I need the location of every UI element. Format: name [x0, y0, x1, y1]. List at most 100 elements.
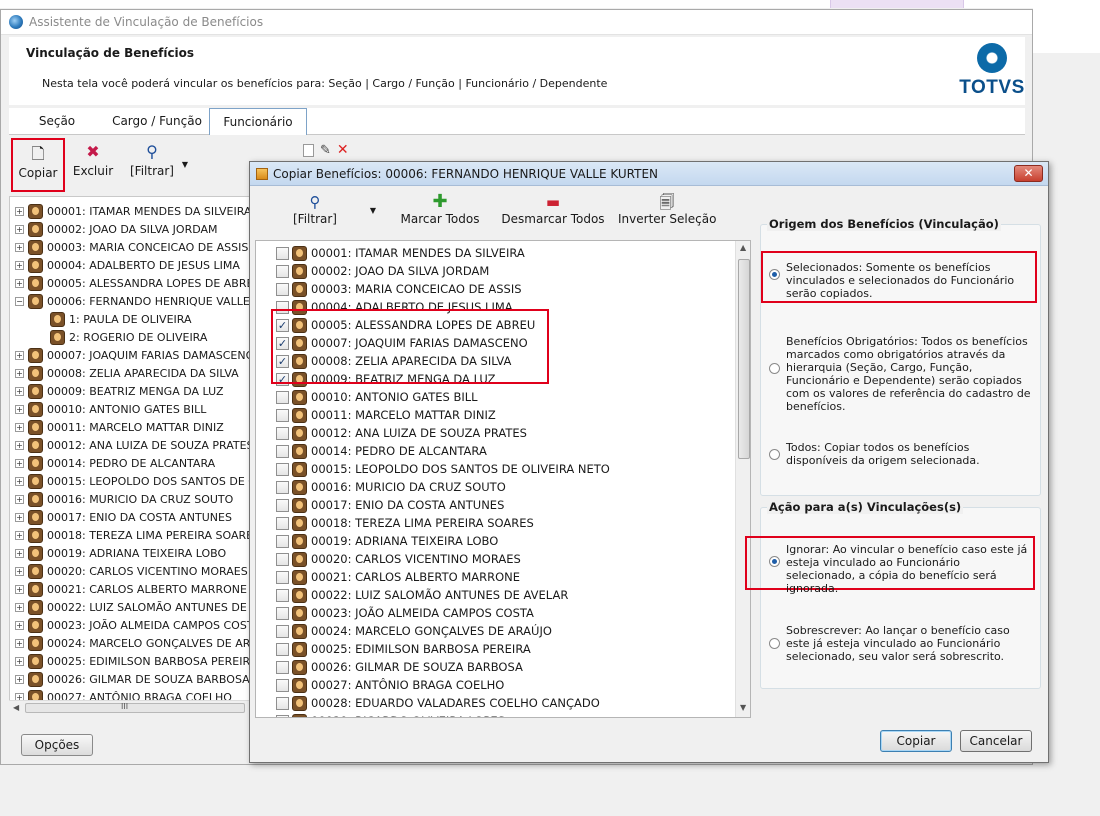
tree-employee-row[interactable]: +00021: CARLOS ALBERTO MARRONE: [15, 580, 247, 598]
expand-icon[interactable]: +: [15, 440, 24, 450]
tab-cargo-funcao[interactable]: Cargo / Função: [105, 108, 209, 134]
tree-employee-row[interactable]: +00008: ZELIA APARECIDA DA SILVA: [15, 364, 239, 382]
employee-checklist-row[interactable]: 00003: MARIA CONCEICAO DE ASSIS: [276, 280, 522, 298]
employee-checkbox[interactable]: [276, 552, 289, 566]
tree-employee-row[interactable]: +00012: ANA LUIZA DE SOUZA PRATES: [15, 436, 252, 454]
scroll-up-icon[interactable]: ▲: [740, 243, 746, 252]
employee-checklist-row[interactable]: 00010: ANTONIO GATES BILL: [276, 388, 478, 406]
tree-horizontal-scrollbar[interactable]: ◀ III: [9, 700, 253, 716]
employee-checkbox[interactable]: [276, 678, 289, 692]
tree-dependent-row[interactable]: 2: ROGERIO DE OLIVEIRA: [50, 328, 207, 346]
tree-employee-row[interactable]: +00017: ENIO DA COSTA ANTUNES: [15, 508, 232, 526]
employee-checkbox[interactable]: [276, 390, 289, 404]
employee-checkbox[interactable]: [276, 462, 289, 476]
tree-employee-row[interactable]: +00014: PEDRO DE ALCANTARA: [15, 454, 215, 472]
radio-todos[interactable]: [769, 449, 780, 460]
radio-ignorar[interactable]: [769, 556, 780, 567]
tree-employee-row[interactable]: +00024: MARCELO GONÇALVES DE ARAÚJ: [15, 634, 252, 652]
edit-icon[interactable]: ✎: [320, 143, 331, 158]
dialog-filtrar-dropdown-icon[interactable]: ▼: [367, 206, 379, 215]
employee-checklist-row[interactable]: 00017: ENIO DA COSTA ANTUNES: [276, 496, 504, 514]
tree-employee-row[interactable]: +00004: ADALBERTO DE JESUS LIMA: [15, 256, 240, 274]
expand-icon[interactable]: +: [15, 224, 24, 234]
filtrar-button[interactable]: ⚲ [Filtrar]: [127, 138, 177, 192]
employee-checkbox[interactable]: [276, 426, 289, 440]
employee-checklist-row[interactable]: 00018: TEREZA LIMA PEREIRA SOARES: [276, 514, 534, 532]
expand-icon[interactable]: +: [15, 278, 24, 288]
expand-icon[interactable]: +: [15, 260, 24, 270]
tree-employee-row[interactable]: +00025: EDIMILSON BARBOSA PEREIRA: [15, 652, 252, 670]
expand-icon[interactable]: +: [15, 530, 24, 540]
expand-icon[interactable]: +: [15, 422, 24, 432]
delete-icon[interactable]: ✕: [337, 142, 349, 158]
employee-checkbox[interactable]: [276, 624, 289, 638]
expand-icon[interactable]: +: [15, 656, 24, 666]
employee-checklist-row[interactable]: 00014: PEDRO DE ALCANTARA: [276, 442, 487, 460]
employee-checkbox[interactable]: [276, 246, 289, 260]
expand-icon[interactable]: +: [15, 566, 24, 576]
tree-employee-row[interactable]: +00026: GILMAR DE SOUZA BARBOSA: [15, 670, 250, 688]
expand-icon[interactable]: +: [15, 350, 24, 360]
radio-sobrescrever[interactable]: [769, 638, 780, 649]
employee-checklist-row[interactable]: 00029: RICARDO OLIVEIRA LOPES: [276, 712, 505, 717]
expand-icon[interactable]: +: [15, 368, 24, 378]
employee-checkbox[interactable]: [276, 498, 289, 512]
expand-icon[interactable]: +: [15, 512, 24, 522]
tab-secao[interactable]: Seção: [9, 108, 105, 134]
expand-icon[interactable]: +: [15, 458, 24, 468]
desmarcar-todos-button[interactable]: ▬ Desmarcar Todos: [500, 194, 606, 226]
employee-checkbox[interactable]: [276, 282, 289, 296]
opcoes-button[interactable]: Opções: [21, 734, 93, 756]
dialog-close-button[interactable]: ✕: [1014, 165, 1043, 182]
employee-checklist-row[interactable]: 00011: MARCELO MATTAR DINIZ: [276, 406, 496, 424]
employee-checklist-row[interactable]: 00024: MARCELO GONÇALVES DE ARAÚJO: [276, 622, 552, 640]
expand-icon[interactable]: +: [15, 620, 24, 630]
dialog-copiar-button[interactable]: Copiar: [880, 730, 952, 752]
tree-employee-row[interactable]: +00015: LEOPOLDO DOS SANTOS DE OLIV: [15, 472, 252, 490]
employee-checklist-row[interactable]: 00022: LUIZ SALOMÃO ANTUNES DE AVELAR: [276, 586, 568, 604]
tree-employee-row[interactable]: +00018: TEREZA LIMA PEREIRA SOARES: [15, 526, 252, 544]
tree-employee-row[interactable]: +00001: ITAMAR MENDES DA SILVEIRA: [15, 202, 251, 220]
dialog-filtrar-button[interactable]: ⚲ [Filtrar]: [285, 194, 345, 226]
tree-employee-row[interactable]: +00016: MURICIO DA CRUZ SOUTO: [15, 490, 233, 508]
employee-checkbox[interactable]: [276, 516, 289, 530]
tree-employee-row[interactable]: +00003: MARIA CONCEICAO DE ASSIS: [15, 238, 248, 256]
filtrar-dropdown-icon[interactable]: ▼: [179, 160, 191, 170]
employee-checkbox[interactable]: [276, 606, 289, 620]
employee-checklist-row[interactable]: 00012: ANA LUIZA DE SOUZA PRATES: [276, 424, 527, 442]
expand-icon[interactable]: +: [15, 584, 24, 594]
employee-checkbox[interactable]: [276, 264, 289, 278]
tree-employee-row[interactable]: +00023: JOÃO ALMEIDA CAMPOS COSTA: [15, 616, 252, 634]
employee-checklist-row[interactable]: 00001: ITAMAR MENDES DA SILVEIRA: [276, 244, 525, 262]
employee-checklist-row[interactable]: 00023: JOÃO ALMEIDA CAMPOS COSTA: [276, 604, 534, 622]
tree-employee-row[interactable]: − 00006: FERNANDO HENRIQUE VALLE KUR: [15, 292, 252, 310]
tree-employee-row[interactable]: +00009: BEATRIZ MENGA DA LUZ: [15, 382, 224, 400]
employee-checklist-row[interactable]: 00028: EDUARDO VALADARES COELHO CANÇADO: [276, 694, 600, 712]
expand-icon[interactable]: +: [15, 404, 24, 414]
radio-obrigatorios[interactable]: [769, 363, 780, 374]
expand-icon[interactable]: +: [15, 602, 24, 612]
employee-checkbox[interactable]: [276, 408, 289, 422]
employee-checkbox[interactable]: [276, 534, 289, 548]
scroll-thumb[interactable]: [738, 259, 750, 459]
radio-selecionados[interactable]: [769, 269, 780, 280]
tree-employee-row[interactable]: +00020: CARLOS VICENTINO MORAES: [15, 562, 248, 580]
expand-icon[interactable]: +: [15, 674, 24, 684]
tab-funcionario[interactable]: Funcionário: [209, 108, 307, 135]
employee-checkbox[interactable]: [276, 642, 289, 656]
tree-dependent-row[interactable]: 1: PAULA DE OLIVEIRA: [50, 310, 192, 328]
expand-icon[interactable]: +: [15, 386, 24, 396]
copiar-button[interactable]: 🗋 Copiar: [11, 138, 65, 192]
employee-checklist-row[interactable]: 00020: CARLOS VICENTINO MORAES: [276, 550, 521, 568]
expand-icon[interactable]: +: [15, 638, 24, 648]
inverter-selecao-button[interactable]: 🗐 Inverter Seleção: [618, 194, 716, 226]
employee-checklist-row[interactable]: 00021: CARLOS ALBERTO MARRONE: [276, 568, 520, 586]
employee-checkbox[interactable]: [276, 588, 289, 602]
tree-employee-row[interactable]: +00002: JOAO DA SILVA JORDAM: [15, 220, 218, 238]
excluir-button[interactable]: ✖ Excluir: [71, 138, 115, 192]
expand-icon[interactable]: +: [15, 242, 24, 252]
list-vertical-scrollbar[interactable]: ▲ ▼: [735, 241, 750, 717]
employee-checklist-row[interactable]: 00027: ANTÔNIO BRAGA COELHO: [276, 676, 504, 694]
expand-icon[interactable]: +: [15, 548, 24, 558]
expand-icon[interactable]: +: [15, 206, 24, 216]
